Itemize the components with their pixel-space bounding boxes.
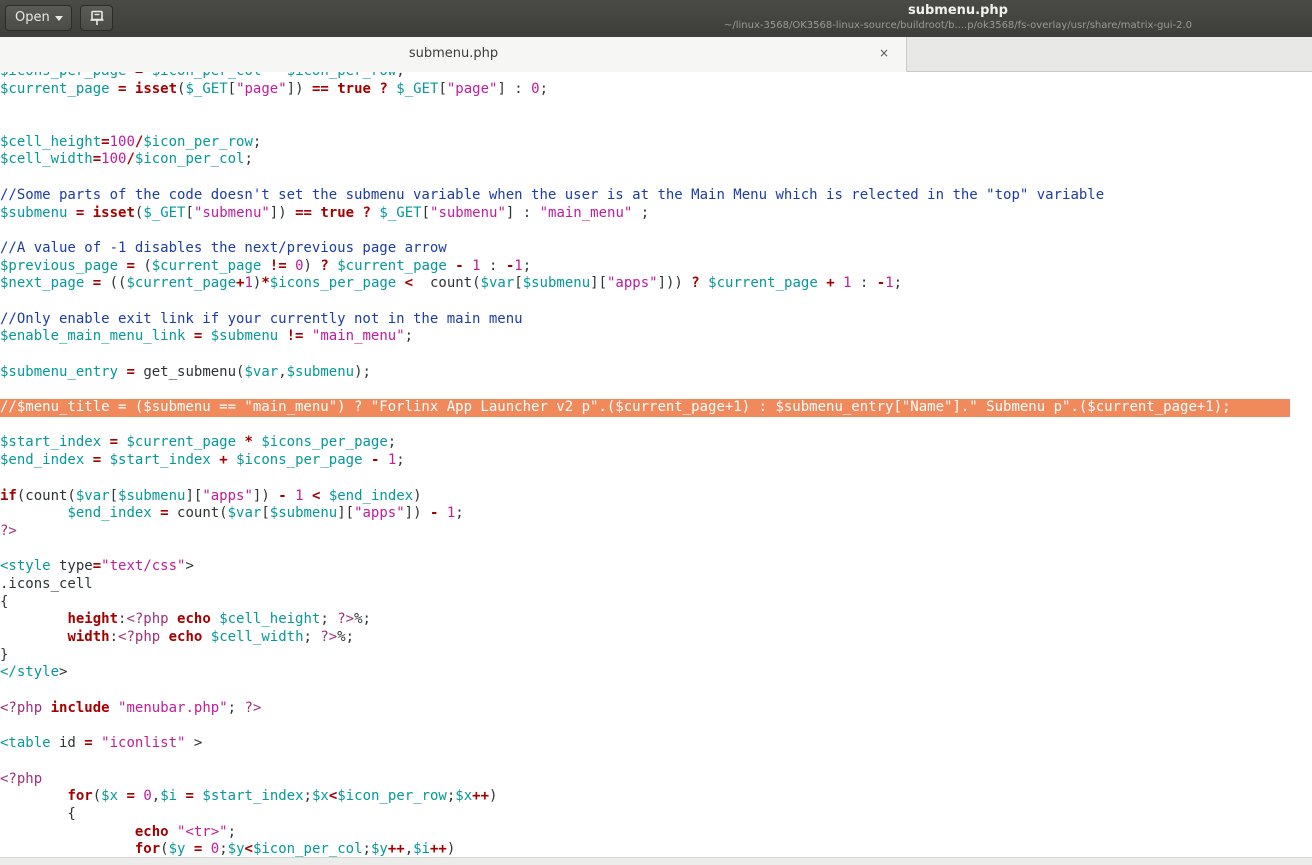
code-line[interactable]: ?>: [0, 523, 1290, 541]
open-button-label: Open: [15, 10, 50, 25]
code-line[interactable]: [0, 116, 1290, 134]
code-line[interactable]: <table id = "iconlist" >: [0, 735, 1290, 753]
code-line[interactable]: <?php include "menubar.php"; ?>: [0, 700, 1290, 718]
code-line[interactable]: //A value of -1 disables the next/previo…: [0, 240, 1290, 258]
tab-submenu-php[interactable]: submenu.php ×: [0, 37, 907, 72]
code-line[interactable]: //Some parts of the code doesn't set the…: [0, 187, 1290, 205]
code-line[interactable]: [0, 346, 1290, 364]
code-line-selected[interactable]: //$menu_title = ($submenu == "main_menu"…: [0, 399, 1290, 417]
code-line[interactable]: height:<?php echo $cell_height; ?>%;: [0, 611, 1290, 629]
code-line[interactable]: $start_index = $current_page * $icons_pe…: [0, 434, 1290, 452]
code-line[interactable]: [0, 98, 1290, 116]
pin-document-button[interactable]: [80, 5, 113, 31]
code-line[interactable]: echo "<tr>";: [0, 824, 1290, 842]
code-line[interactable]: $enable_main_menu_link = $submenu != "ma…: [0, 328, 1290, 346]
code-line[interactable]: [0, 381, 1290, 399]
code-line[interactable]: //Only enable exit link if your currentl…: [0, 311, 1290, 329]
window-path: ~/linux-3568/OK3568-linux-source/buildro…: [724, 20, 1192, 31]
open-button[interactable]: Open: [5, 5, 72, 31]
code-line[interactable]: [0, 753, 1290, 771]
code-line[interactable]: [0, 417, 1290, 435]
code-line[interactable]: <style type="text/css">: [0, 558, 1290, 576]
close-icon[interactable]: ×: [879, 46, 889, 60]
code-line[interactable]: [0, 541, 1290, 559]
code-line[interactable]: if(count($var[$submenu]["apps"]) - 1 < $…: [0, 488, 1290, 506]
tab-bar: submenu.php ×: [0, 37, 1312, 72]
code-line[interactable]: .icons_cell: [0, 576, 1290, 594]
code-line[interactable]: [0, 682, 1290, 700]
code-line[interactable]: [0, 222, 1290, 240]
code-line[interactable]: $icons_per_page = $icon_per_col * $icon_…: [0, 72, 1290, 81]
code-line[interactable]: $submenu = isset($_GET["submenu"]) == tr…: [0, 205, 1290, 223]
tab-label: submenu.php: [408, 46, 499, 61]
code-line[interactable]: {: [0, 594, 1290, 612]
code-line[interactable]: }: [0, 647, 1290, 665]
code-line[interactable]: </style>: [0, 664, 1290, 682]
code-line[interactable]: $end_index = count($var[$submenu]["apps"…: [0, 505, 1290, 523]
code-line[interactable]: {: [0, 806, 1290, 824]
code-line[interactable]: <?php: [0, 771, 1290, 789]
code-line[interactable]: [0, 470, 1290, 488]
code-line[interactable]: width:<?php echo $cell_width; ?>%;: [0, 629, 1290, 647]
pin-document-icon: [90, 10, 104, 25]
code-line[interactable]: for($x = 0,$i = $start_index;$x<$icon_pe…: [0, 788, 1290, 806]
code-line[interactable]: [0, 169, 1290, 187]
chevron-down-icon: [55, 16, 63, 21]
code-line[interactable]: for($y = 0;$y<$icon_per_col;$y++,$i++): [0, 841, 1290, 857]
header-bar: Open submenu.php ~/linux-3568/OK3568-lin…: [0, 0, 1312, 37]
code-line[interactable]: $end_index = $start_index + $icons_per_p…: [0, 452, 1290, 470]
code-line[interactable]: $current_page = isset($_GET["page"]) == …: [0, 81, 1290, 99]
code-line[interactable]: [0, 293, 1290, 311]
code-line[interactable]: $previous_page = ($current_page != 0) ? …: [0, 258, 1290, 276]
code-editor[interactable]: $icons_per_page = $icon_per_col * $icon_…: [0, 72, 1312, 857]
code-view[interactable]: $icons_per_page = $icon_per_col * $icon_…: [0, 72, 1290, 857]
code-line[interactable]: [0, 717, 1290, 735]
code-line[interactable]: $submenu_entry = get_submenu($var,$subme…: [0, 364, 1290, 382]
code-line[interactable]: $next_page = (($current_page+1)*$icons_p…: [0, 275, 1290, 293]
window-title: submenu.php: [908, 3, 1008, 18]
code-line[interactable]: $cell_width=100/$icon_per_col;: [0, 151, 1290, 169]
code-line[interactable]: $cell_height=100/$icon_per_row;: [0, 134, 1290, 152]
